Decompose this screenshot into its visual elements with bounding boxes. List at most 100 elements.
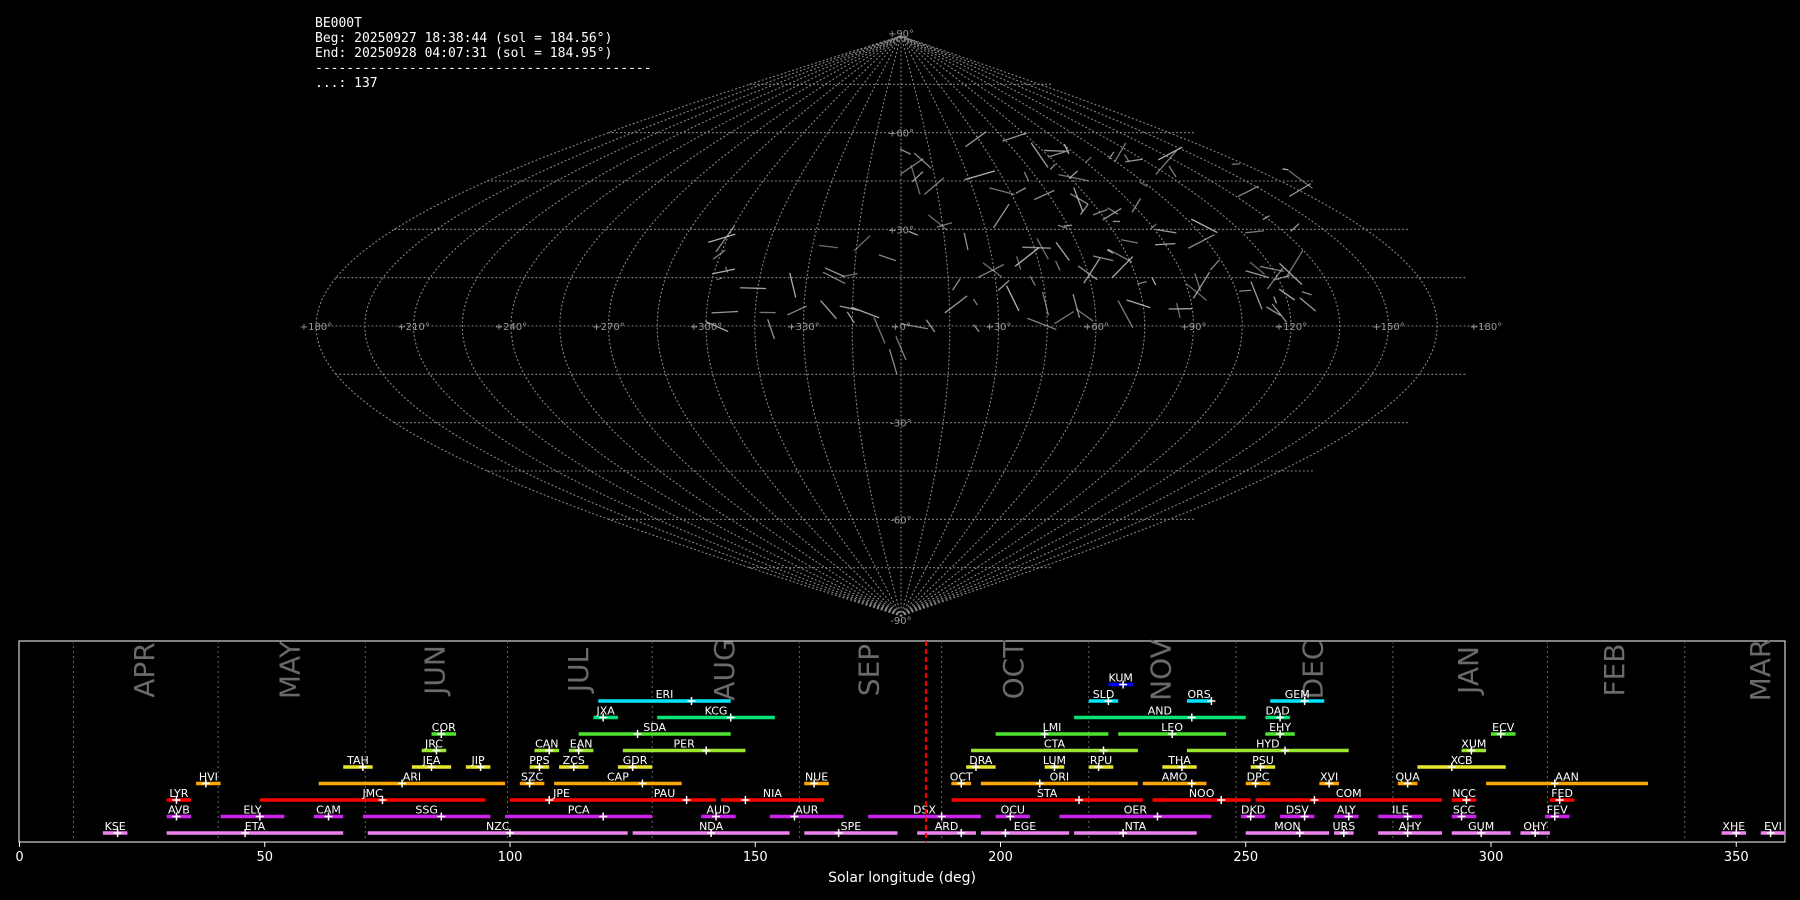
shower-label: SSG (415, 804, 438, 817)
shower-hyd: HYD (1186, 738, 1349, 755)
meteor-track (853, 235, 871, 252)
shower-label: SZC (521, 771, 544, 784)
shower-label: COM (1336, 787, 1362, 800)
shower-ari: ARI (318, 771, 506, 788)
meteor-track (1245, 270, 1269, 278)
x-tick-label: 350 (1724, 850, 1749, 865)
shower-timeline: APR MAY JUN JUL AUG SEP OCT NOV DEC JAN FEB MAR KUM… (15, 639, 1786, 886)
month-label: APR (128, 642, 161, 698)
meteor-track (944, 295, 968, 314)
x-axis-label: Solar longitude (deg) (828, 870, 976, 886)
shower-label: KUM (1108, 672, 1132, 685)
shower-cta: CTA (971, 738, 1138, 755)
meteor-track (1015, 187, 1027, 194)
meteor-track (1120, 239, 1138, 244)
shower-qua: QUA (1395, 771, 1420, 788)
shower-tha: THA (1162, 754, 1197, 771)
meteor-track (1092, 208, 1108, 216)
shower-label: ZCS (563, 754, 585, 767)
shower-tah: TAH (343, 754, 373, 771)
shower-label: XVI (1320, 771, 1338, 784)
shower-label: ARI (403, 771, 421, 784)
shower-label: NZC (486, 820, 510, 833)
longitude-label: +210° (397, 322, 429, 333)
shower-label: PER (674, 738, 696, 751)
shower-jmc: JMC (259, 787, 486, 804)
shower-label: LEO (1161, 721, 1183, 734)
meteor-track (1108, 151, 1115, 160)
shower-cam: CAM (313, 804, 344, 821)
month-label: FEB (1598, 643, 1631, 696)
meteor-track (1191, 218, 1218, 234)
shower-label: CTA (1044, 738, 1066, 751)
shower-evi: EVI (1760, 820, 1786, 837)
latitude-label: -90° (890, 616, 911, 627)
meteor-track (1041, 291, 1050, 316)
shower-fev: FEV (1544, 804, 1570, 821)
shower-label: FEV (1547, 804, 1568, 817)
shower-kse: KSE (102, 820, 128, 837)
shower-psu: PSU (1250, 754, 1276, 771)
longitude-label: +270° (592, 322, 624, 333)
meteor-track (1022, 246, 1051, 249)
x-tick-label: 300 (1479, 850, 1504, 865)
meteor-track (1288, 170, 1313, 189)
month-label: MAY (274, 640, 307, 699)
shower-leo: LEO (1118, 721, 1227, 738)
shower-nda: NDA (632, 820, 790, 837)
shower-zcs: ZCS (559, 754, 589, 771)
shower-label: ECV (1492, 721, 1515, 734)
meteor-track (1155, 150, 1178, 175)
meteor-track (1237, 185, 1259, 198)
latitude-label: -60° (890, 515, 911, 526)
shower-label: DPC (1247, 771, 1270, 784)
shower-dra: DRA (966, 754, 996, 771)
shower-label: CAP (607, 771, 629, 784)
shower-ssg: SSG (362, 804, 491, 821)
shower-xhe: XHE (1721, 820, 1747, 837)
shower-label: LYR (169, 787, 188, 800)
meteor-track (873, 317, 886, 344)
shower-label: PAU (654, 787, 676, 800)
longitude-label: +30° (985, 322, 1011, 333)
shower-ege: EGE (980, 820, 1070, 837)
shower-aur: AUR (769, 804, 844, 821)
meteor-track (1250, 281, 1263, 310)
month-label: MAR (1744, 639, 1777, 702)
shower-oer: OER (1059, 804, 1212, 821)
latitude-label: -30° (890, 419, 911, 430)
shower-label: SCC (1453, 804, 1476, 817)
shower-sld: SLD (1088, 688, 1119, 705)
sky-map: +180° +150° +120° +90° +60° +30° +0° +330° +300°… (300, 29, 1502, 627)
shower-ocu: OCU (995, 804, 1030, 821)
x-tick-label: 150 (743, 850, 768, 865)
x-tick-label: 0 (15, 850, 23, 865)
shower-label: JEA (422, 754, 441, 767)
shower-label: STA (1037, 787, 1058, 800)
meteor-track (1044, 149, 1065, 152)
shower-pps: PPS (529, 754, 550, 771)
shower-label: LMI (1043, 721, 1062, 734)
meteor-track (1209, 259, 1220, 271)
shower-ile: ILE (1378, 804, 1423, 821)
shower-label: AVB (168, 804, 190, 817)
shower-ean: EAN (568, 738, 594, 755)
shower-dad: DAD (1265, 705, 1290, 722)
meteor-track (1126, 299, 1151, 309)
shower-gdr: GDR (617, 754, 653, 771)
meteor-track (841, 272, 858, 278)
meteor-track (1279, 262, 1303, 285)
meteor-track (1055, 242, 1070, 261)
x-tick-label: 250 (1233, 850, 1258, 865)
meteor-track (1014, 247, 1040, 267)
x-tick-label: 100 (498, 850, 523, 865)
shower-label: COR (432, 721, 456, 734)
shower-label: JPE (552, 787, 570, 800)
shower-amo: AMO (1142, 771, 1207, 788)
shower-and: AND (1074, 705, 1246, 722)
shower-label: JIP (471, 754, 485, 767)
month-label: JUL (562, 647, 595, 694)
shower-label: LUM (1043, 754, 1066, 767)
meteor-track (1072, 293, 1081, 318)
shower-aud: AUD (701, 804, 736, 821)
